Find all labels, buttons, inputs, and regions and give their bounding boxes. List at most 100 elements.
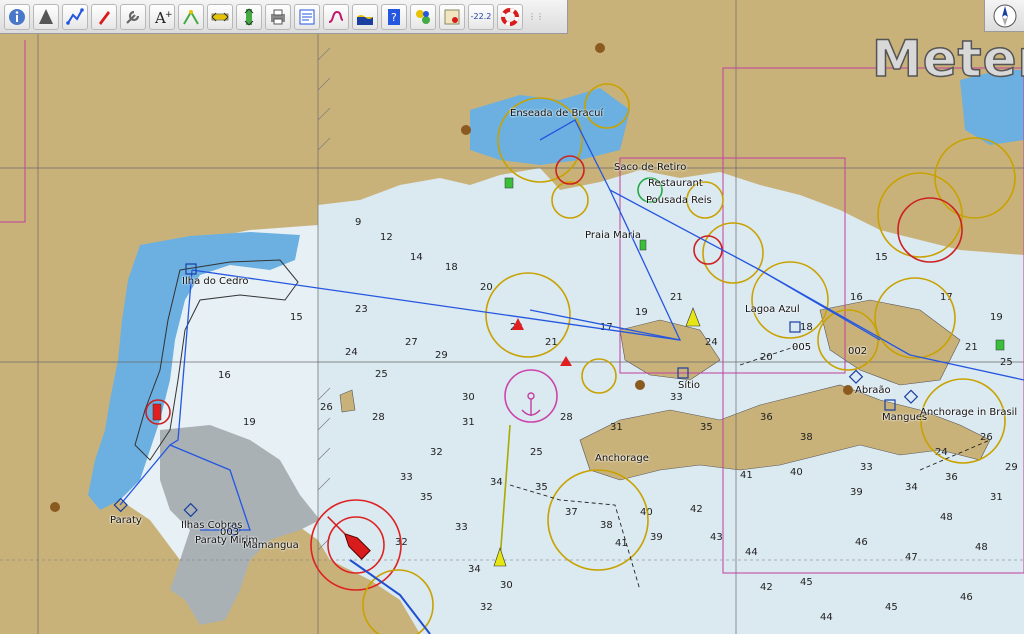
depth-sounding: 14 — [410, 252, 423, 263]
track-icon — [328, 10, 344, 23]
place-label-restaurant: Restaurant — [648, 178, 703, 189]
mob-button[interactable] — [497, 3, 523, 30]
place-label-paraty: Paraty — [110, 515, 142, 526]
fit-width-button[interactable] — [207, 3, 233, 30]
cursor-button[interactable] — [33, 3, 59, 30]
chart-quilt-button[interactable] — [439, 3, 465, 30]
depth-sounding: 12 — [380, 232, 393, 243]
place-label-lagoa-azul: Lagoa Azul — [745, 304, 800, 315]
depth-sounding: 25 — [530, 447, 543, 458]
depth-sounding: 19 — [635, 307, 648, 318]
depth-sounding: 31 — [462, 417, 475, 428]
depth-sounding: 43 — [710, 532, 723, 543]
settings-button[interactable] — [120, 3, 146, 30]
tide-icon — [357, 14, 373, 25]
north-arrow-icon — [993, 4, 1016, 27]
depth-sounding: 34 — [468, 564, 481, 575]
north-compass[interactable] — [984, 0, 1024, 32]
depth-sounding: 27 — [405, 337, 418, 348]
depth-sounding: 44 — [745, 547, 758, 558]
depth-sounding: 30 — [462, 392, 475, 403]
place-label-praia: Praia Maria — [585, 230, 641, 241]
ais-boat-icon — [99, 10, 110, 25]
depth-sounding: 16 — [850, 292, 863, 303]
depth-sounding: 46 — [855, 537, 868, 548]
depth-sounding: 33 — [400, 472, 413, 483]
depth-sounding: 41 — [740, 470, 753, 481]
zoom-button[interactable]: -22.2 — [468, 3, 494, 30]
depth-sounding: 48 — [940, 512, 953, 523]
depth-sounding: 29 — [435, 350, 448, 361]
depth-sounding: 47 — [905, 552, 918, 563]
fit-height-button[interactable] — [236, 3, 262, 30]
depth-sounding: 29 — [1005, 462, 1018, 473]
tide-button[interactable] — [352, 3, 378, 30]
nautical-chart-canvas[interactable]: 15 16 19 23 24 25 26 27 28 29 30 31 32 33 34 35 33 32 34 30… — [0, 0, 1024, 634]
depth-sounding: 36 — [760, 412, 773, 423]
depth-sounding: 41 — [615, 538, 628, 549]
depth-sounding: 35 — [535, 482, 548, 493]
chart-quilt-icon — [444, 9, 460, 24]
depth-sounding: 34 — [490, 477, 503, 488]
zoom-badge: -22.2 — [470, 12, 492, 21]
depth-sounding: 28 — [372, 412, 385, 423]
depth-sounding: 42 — [760, 582, 773, 593]
depth-sounding: 19 — [243, 417, 256, 428]
place-label-ilha-cedro: Ilha do Cedro — [182, 276, 249, 287]
depth-sounding: 17 — [600, 322, 613, 333]
depth-sounding: 44 — [820, 612, 833, 623]
lifebuoy-icon — [501, 7, 519, 26]
depth-sounding: 34 — [905, 482, 918, 493]
svg-text:+: + — [165, 10, 172, 20]
chart-info-icon — [9, 8, 25, 25]
depth-sounding: 25 — [375, 369, 388, 380]
depth-sounding: 15 — [875, 252, 888, 263]
main-toolbar: A + ? -22.2 ⋮⋮ — [0, 0, 568, 34]
depth-sounding: 37 — [565, 507, 578, 518]
place-label-abraao: Abraão — [855, 385, 891, 396]
depth-sounding: 28 — [560, 412, 573, 423]
measure-button[interactable] — [178, 3, 204, 30]
depth-sounding: 32 — [480, 602, 493, 613]
depth-sounding: 25 — [1000, 357, 1013, 368]
ais-boat-button[interactable] — [91, 3, 117, 30]
layers-button[interactable] — [410, 3, 436, 30]
track-button[interactable] — [323, 3, 349, 30]
depth-sounding: 20 — [480, 282, 493, 293]
depth-sounding: 45 — [800, 577, 813, 588]
place-label-saco: Saco de Retiro — [614, 162, 687, 173]
print-button[interactable] — [265, 3, 291, 30]
depth-sounding: 31 — [990, 492, 1003, 503]
depth-sounding: 23 — [355, 304, 368, 315]
depth-sounding: 21 — [670, 292, 683, 303]
route-manager-button[interactable] — [294, 3, 320, 30]
text-annotation-button[interactable]: A + — [149, 3, 175, 30]
help-button[interactable]: ? — [381, 3, 407, 30]
depth-sounding: 33 — [860, 462, 873, 473]
print-icon — [271, 9, 285, 24]
depth-sounding: 21 — [965, 342, 978, 353]
settings-wrench-icon — [126, 10, 140, 24]
place-label-anchorage: Anchorage — [595, 453, 649, 464]
depth-sounding: 24 — [705, 337, 718, 348]
place-label-waypoint-003: 003 — [220, 527, 240, 538]
place-label-mamangua: Mamangua — [243, 540, 299, 551]
depth-sounding: 15 — [290, 312, 303, 323]
measure-icon — [183, 9, 199, 25]
place-label-sitio: Sítio — [678, 380, 700, 391]
cursor-icon — [39, 8, 53, 24]
place-label-enseada: Enseada de Bracuí — [510, 108, 604, 119]
depth-sounding: 33 — [670, 392, 683, 403]
place-label-waypoint-002: 002 — [848, 346, 868, 357]
depth-sounding: 35 — [700, 422, 713, 433]
route-button[interactable] — [62, 3, 88, 30]
depth-sounding: 35 — [420, 492, 433, 503]
depth-sounding: 38 — [600, 520, 613, 531]
depth-sounding: 46 — [960, 592, 973, 603]
toolbar-grip[interactable]: ⋮⋮ — [528, 4, 544, 30]
fit-height-icon — [244, 8, 254, 25]
depth-sounding: 36 — [945, 472, 958, 483]
depth-sounding: 26 — [320, 402, 333, 413]
chart-info-button[interactable] — [4, 3, 30, 30]
depth-sounding: 42 — [690, 504, 703, 515]
